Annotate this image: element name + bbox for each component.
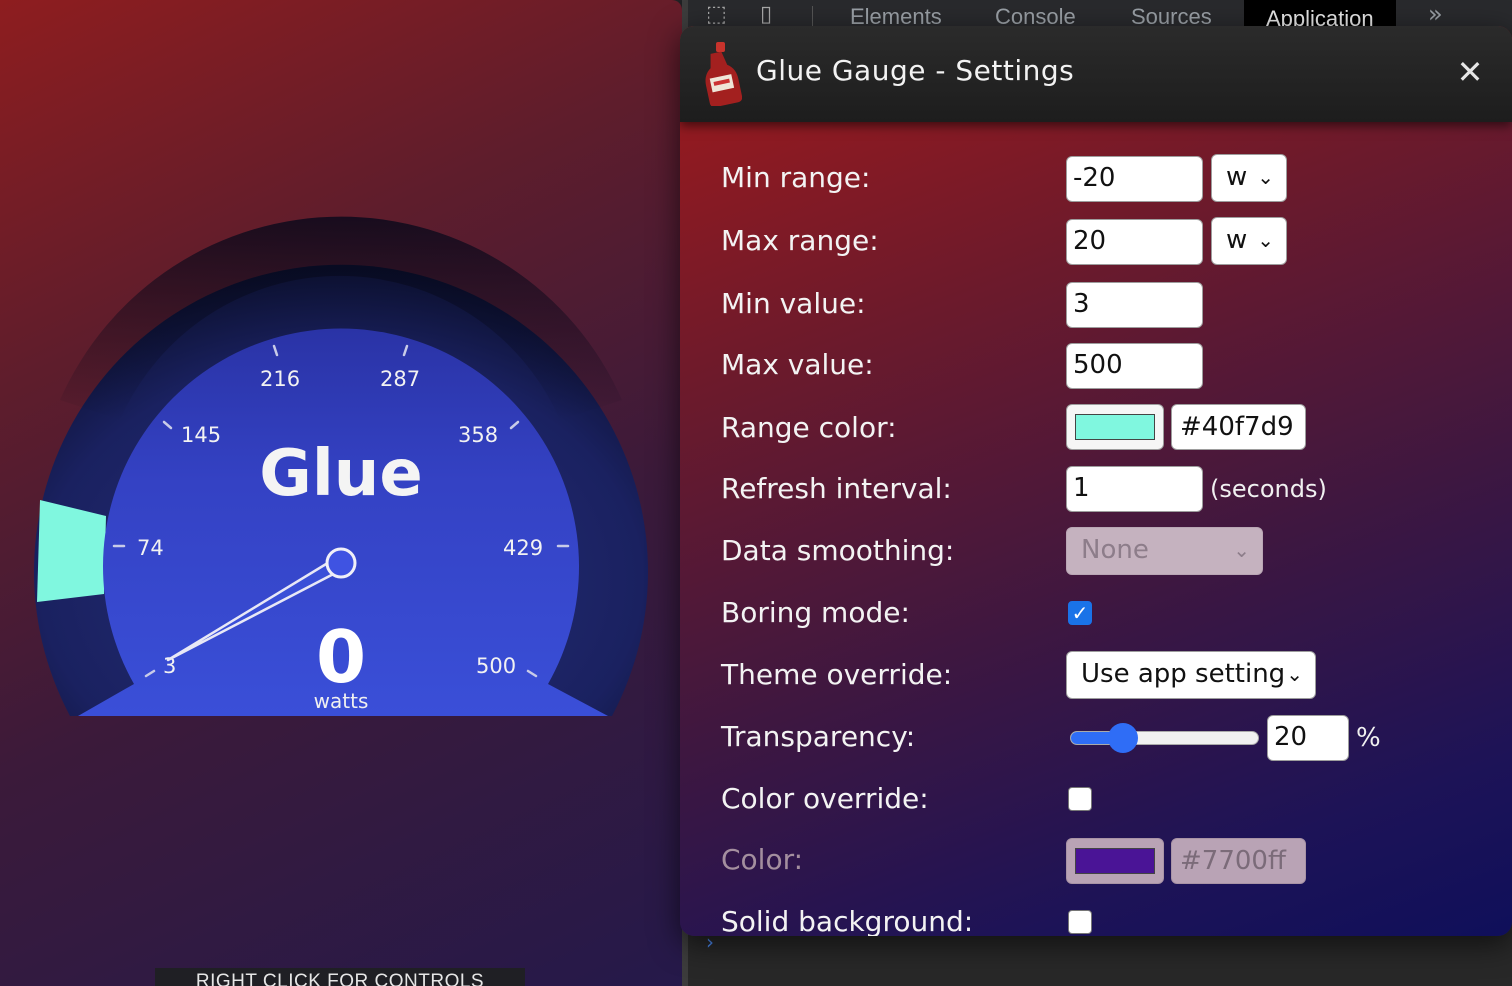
dialog-header: Glue Gauge - Settings ✕ [680,26,1512,122]
min-value-label: Min value: [721,287,866,320]
tick-label-287: 287 [380,367,420,391]
boring-mode-label: Boring mode: [721,596,910,629]
range-color-arc [37,500,106,602]
tick-label-145: 145 [181,423,221,447]
more-tabs-icon[interactable]: » [1428,0,1443,28]
right-click-hint: RIGHT CLICK FOR CONTROLS [155,968,525,986]
gauge-value: 0 [316,615,366,699]
refresh-interval-label: Refresh interval: [721,472,952,505]
boring-mode-checkbox[interactable]: ✓ [1068,601,1092,625]
range-color-label: Range color: [721,411,897,444]
color-label: Color: [721,843,804,876]
checkmark-icon: ✓ [1071,601,1089,625]
solid-background-checkbox[interactable] [1068,910,1092,934]
color-override-checkbox[interactable] [1068,787,1092,811]
data-smoothing-select[interactable]: None ⌄ [1066,527,1263,575]
transparency-input[interactable]: 20 [1267,715,1349,761]
range-color-picker[interactable] [1066,404,1164,450]
theme-override-value: Use app setting [1081,659,1286,689]
tick-label-358: 358 [458,423,498,447]
min-range-unit-select[interactable]: w ⌄ [1211,154,1287,202]
color-override-label: Color override: [721,782,929,815]
chevron-down-icon: ⌄ [1286,662,1303,686]
tick-label-500: 500 [476,654,516,678]
max-range-unit-select[interactable]: w ⌄ [1211,217,1287,265]
gauge-unit: watts [314,689,369,713]
tick-label-216: 216 [260,367,300,391]
toolbar-separator [812,6,813,28]
refresh-interval-input[interactable]: 1 [1066,466,1203,512]
transparency-slider-thumb[interactable] [1108,723,1139,753]
chevron-down-icon: ⌄ [1257,228,1274,252]
settings-dialog: Glue Gauge - Settings ✕ Min range: -20 w… [680,26,1512,936]
theme-override-select[interactable]: Use app setting ⌄ [1066,651,1316,699]
chevron-down-icon: ⌄ [1233,538,1250,562]
data-smoothing-label: Data smoothing: [721,534,955,567]
tick-label-74: 74 [137,536,164,560]
min-value-input[interactable]: 3 [1066,282,1203,328]
solid-background-label: Solid background: [721,905,974,936]
max-range-label: Max range: [721,224,879,257]
refresh-interval-unit: (seconds) [1210,475,1327,503]
theme-override-label: Theme override: [721,658,953,691]
dialog-title: Glue Gauge - Settings [756,54,1075,87]
transparency-unit: % [1356,723,1381,753]
color-swatch [1075,848,1155,874]
max-value-input[interactable]: 500 [1066,343,1203,389]
min-range-unit-value: w [1226,162,1248,192]
max-range-unit-value: w [1226,225,1248,255]
device-toggle-icon[interactable]: ▯ [760,4,786,28]
min-range-input[interactable]: -20 [1066,156,1203,202]
gauge-window: 3 74 145 216 287 358 429 500 Glue 0 watt… [0,0,682,986]
glue-bottle-icon [705,42,742,106]
gauge-title: Glue [259,437,422,511]
transparency-label: Transparency: [721,720,916,753]
max-range-input[interactable]: 20 [1066,219,1203,265]
data-smoothing-value: None [1081,535,1149,565]
min-range-label: Min range: [721,161,871,194]
gauge-dial: 3 74 145 216 287 358 429 500 Glue 0 watt… [33,216,648,716]
transparency-slider[interactable] [1070,723,1259,753]
inspect-icon[interactable]: ⬚ [706,4,732,28]
color-hex-input[interactable]: #7700ff [1171,838,1306,884]
chevron-down-icon: ⌄ [1257,165,1274,189]
close-button[interactable]: ✕ [1452,54,1488,90]
tick-label-429: 429 [503,536,543,560]
range-color-swatch [1075,414,1155,440]
color-picker[interactable] [1066,838,1164,884]
range-color-hex-input[interactable]: #40f7d9 [1171,404,1306,450]
max-value-label: Max value: [721,348,874,381]
